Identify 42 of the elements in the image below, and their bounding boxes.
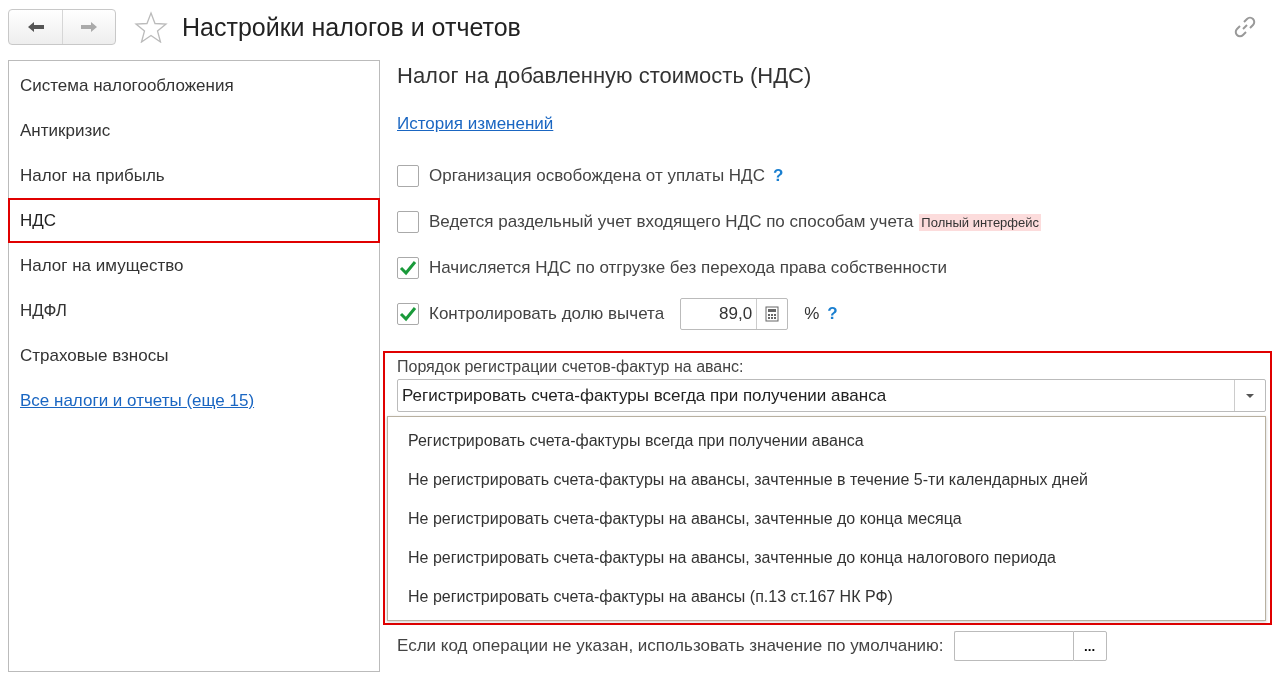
- select-button[interactable]: ...: [1072, 631, 1107, 661]
- sidebar-item[interactable]: Система налогообложения: [8, 63, 380, 108]
- dropdown-option[interactable]: Не регистрировать счета-фактуры на авансы, зачтенные в течение 5-ти календарных дней: [388, 460, 1265, 499]
- interface-tag: Полный интерфейс: [919, 213, 1042, 231]
- sidebar-item[interactable]: Антикризис: [8, 108, 380, 153]
- check-icon: [399, 306, 417, 322]
- checkbox[interactable]: [397, 257, 419, 279]
- checkbox[interactable]: [397, 165, 419, 187]
- check-icon: [399, 260, 417, 276]
- section-title: Налог на добавленную стоимость (НДС): [397, 62, 813, 90]
- dropdown-option[interactable]: Не регистрировать счета-фактуры на авансы, зачтенные до конца месяца: [388, 499, 1265, 538]
- star-icon[interactable]: [134, 11, 168, 43]
- field-label: Если код операции не указан, использовать значение по умолчанию:: [397, 636, 944, 656]
- calculator-icon: [765, 306, 780, 322]
- checkbox[interactable]: [397, 303, 419, 325]
- sidebar-item[interactable]: НДС: [8, 198, 380, 243]
- sidebar-item[interactable]: Налог на имущество: [8, 243, 380, 288]
- option-label: Ведется раздельный учет входящего НДС по способам учета: [429, 212, 914, 232]
- unit-label: %: [804, 304, 820, 324]
- select-field[interactable]: [953, 631, 1073, 661]
- right-arrow-icon: [80, 21, 98, 33]
- sidebar-link[interactable]: Все налоги и отчеты (еще 15): [8, 378, 380, 423]
- dropdown-option[interactable]: Не регистрировать счета-фактуры на авансы, зачтенные до конца налогового периода: [388, 538, 1265, 577]
- dropdown-option[interactable]: Регистрировать счета-фактуры всегда при получении аванса: [388, 421, 1265, 460]
- sidebar-item[interactable]: НДФЛ: [8, 288, 380, 333]
- checkbox[interactable]: [397, 211, 419, 233]
- dropdown-field[interactable]: Регистрировать счета-фактуры всегда при получении аванса: [397, 379, 1266, 412]
- help-link[interactable]: ?: [772, 166, 784, 186]
- field-label: Порядок регистрации счетов-фактур на аванс:: [397, 357, 745, 377]
- caret-icon: [1245, 392, 1255, 399]
- sidebar-item[interactable]: Налог на прибыль: [8, 153, 380, 198]
- sidebar-item[interactable]: Страховые взносы: [8, 333, 380, 378]
- left-arrow-icon: [26, 21, 45, 33]
- link-icon[interactable]: [1233, 15, 1257, 39]
- window-title: Настройки налогов и отчетов: [182, 12, 522, 42]
- option-label: Организация освобождена от уплаты НДС: [429, 166, 765, 186]
- history-link[interactable]: История изменений: [397, 114, 554, 134]
- help-link[interactable]: ?: [827, 304, 838, 324]
- option-label: Начисляется НДС по отгрузке без перехода права собственности: [429, 258, 948, 278]
- number-field[interactable]: 89,0: [680, 298, 789, 330]
- dropdown-option[interactable]: Не регистрировать счета-фактуры на авансы (п.13 ст.167 НК РФ): [388, 577, 1265, 616]
- option-label: Контролировать долю вычета: [429, 304, 665, 324]
